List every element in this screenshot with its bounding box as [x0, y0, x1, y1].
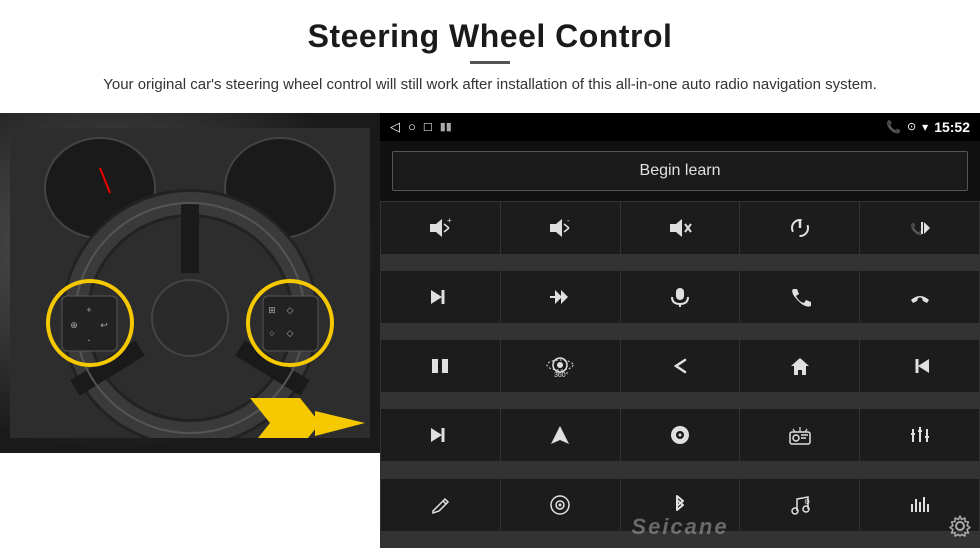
svg-text:⚙: ⚙ [804, 498, 810, 506]
time-display: 15:52 [934, 119, 970, 135]
ff-button[interactable] [501, 271, 620, 323]
mic-icon [669, 286, 691, 308]
back-nav-icon [669, 355, 691, 377]
src-icon [428, 355, 452, 377]
prev-phone-icon: 📞 [908, 218, 932, 238]
home-nav-button[interactable] [740, 340, 859, 392]
nav-button[interactable] [501, 409, 620, 461]
svg-text:◇: ◇ [287, 305, 294, 315]
svg-text:360°: 360° [554, 371, 569, 377]
power-icon [789, 217, 811, 239]
music-button[interactable]: ⚙ [740, 479, 859, 531]
begin-learn-row: Begin learn [380, 141, 980, 201]
battery-icon: ▮▮ [440, 120, 452, 133]
eq-button[interactable] [860, 409, 979, 461]
page-container: Steering Wheel Control Your original car… [0, 0, 980, 548]
mute-icon [668, 218, 692, 238]
svg-text:⊕: ⊕ [70, 320, 78, 330]
android-ui-section: ◁ ○ □ ▮▮ 📞 ⊙ ▾ 15:52 Begin learn [380, 113, 980, 548]
svg-text:◇: ◇ [287, 328, 294, 338]
vol-down-icon: - [548, 218, 572, 238]
vol-down-button[interactable]: - [501, 202, 620, 254]
controls-grid: + - [380, 201, 980, 548]
nav-icon [549, 424, 571, 446]
hang-up-icon [908, 286, 932, 308]
svg-text:+: + [447, 218, 452, 225]
subtitle-text: Your original car's steering wheel contr… [90, 74, 890, 97]
home-nav-icon [789, 355, 811, 377]
music-icon: ⚙ [788, 494, 812, 516]
title-divider [470, 61, 510, 64]
write-icon [429, 494, 451, 516]
media-icon [668, 424, 692, 446]
wifi-status-icon: ▾ [922, 120, 928, 134]
status-bar-left: ◁ ○ □ ▮▮ [390, 119, 452, 135]
bluetooth-button[interactable] [621, 479, 740, 531]
svg-text:○: ○ [269, 328, 274, 338]
car-image-section: + ⊕ - ↩ ⊞ ◇ ○ ◇ [0, 113, 380, 453]
settings-gear-button[interactable] [948, 514, 972, 544]
header-section: Steering Wheel Control Your original car… [0, 0, 980, 105]
next-icon [429, 425, 451, 445]
page-title: Steering Wheel Control [60, 18, 920, 55]
back-icon[interactable]: ◁ [390, 119, 400, 135]
status-bar: ◁ ○ □ ▮▮ 📞 ⊙ ▾ 15:52 [380, 113, 980, 141]
write-button[interactable] [381, 479, 500, 531]
power-button[interactable] [740, 202, 859, 254]
camera-360-icon: 360° [545, 355, 575, 377]
prev-button[interactable] [860, 340, 979, 392]
settings-round-button[interactable] [501, 479, 620, 531]
settings-round-icon [549, 494, 571, 516]
back-nav-button[interactable] [621, 340, 740, 392]
gear-icon [948, 514, 972, 538]
camera-360-button[interactable]: 360° [501, 340, 620, 392]
begin-learn-button[interactable]: Begin learn [392, 151, 968, 191]
steering-wheel-bg: + ⊕ - ↩ ⊞ ◇ ○ ◇ [0, 113, 380, 453]
prev-icon [909, 356, 931, 376]
vol-up-button[interactable]: + [381, 202, 500, 254]
call-icon [789, 286, 811, 308]
eq-icon [909, 424, 931, 446]
location-status-icon: ⊙ [907, 120, 916, 133]
mute-button[interactable] [621, 202, 740, 254]
next-button[interactable] [381, 409, 500, 461]
prev-track-button[interactable]: 📞 [860, 202, 979, 254]
call-button[interactable] [740, 271, 859, 323]
recents-icon[interactable]: □ [424, 119, 432, 134]
radio-icon [788, 424, 812, 446]
src-button[interactable] [381, 340, 500, 392]
skip-forward-icon [429, 287, 451, 307]
svg-text:-: - [567, 218, 570, 225]
ff-icon [548, 287, 572, 307]
hang-up-button[interactable] [860, 271, 979, 323]
svg-text:↩: ↩ [100, 320, 108, 330]
home-icon[interactable]: ○ [408, 119, 416, 134]
mic-button[interactable] [621, 271, 740, 323]
svg-text:+: + [86, 305, 91, 315]
spectrum-icon [909, 494, 931, 516]
phone-status-icon: 📞 [886, 120, 901, 134]
content-area: + ⊕ - ↩ ⊞ ◇ ○ ◇ [0, 113, 980, 548]
status-bar-right: 📞 ⊙ ▾ 15:52 [886, 119, 970, 135]
svg-text:-: - [88, 335, 91, 345]
steering-wheel-svg: + ⊕ - ↩ ⊞ ◇ ○ ◇ [10, 128, 370, 438]
svg-text:⊞: ⊞ [268, 305, 276, 315]
radio-button[interactable] [740, 409, 859, 461]
skip-forward-button[interactable] [381, 271, 500, 323]
vol-up-icon: + [428, 218, 452, 238]
media-button[interactable] [621, 409, 740, 461]
bt-icon [669, 494, 691, 516]
